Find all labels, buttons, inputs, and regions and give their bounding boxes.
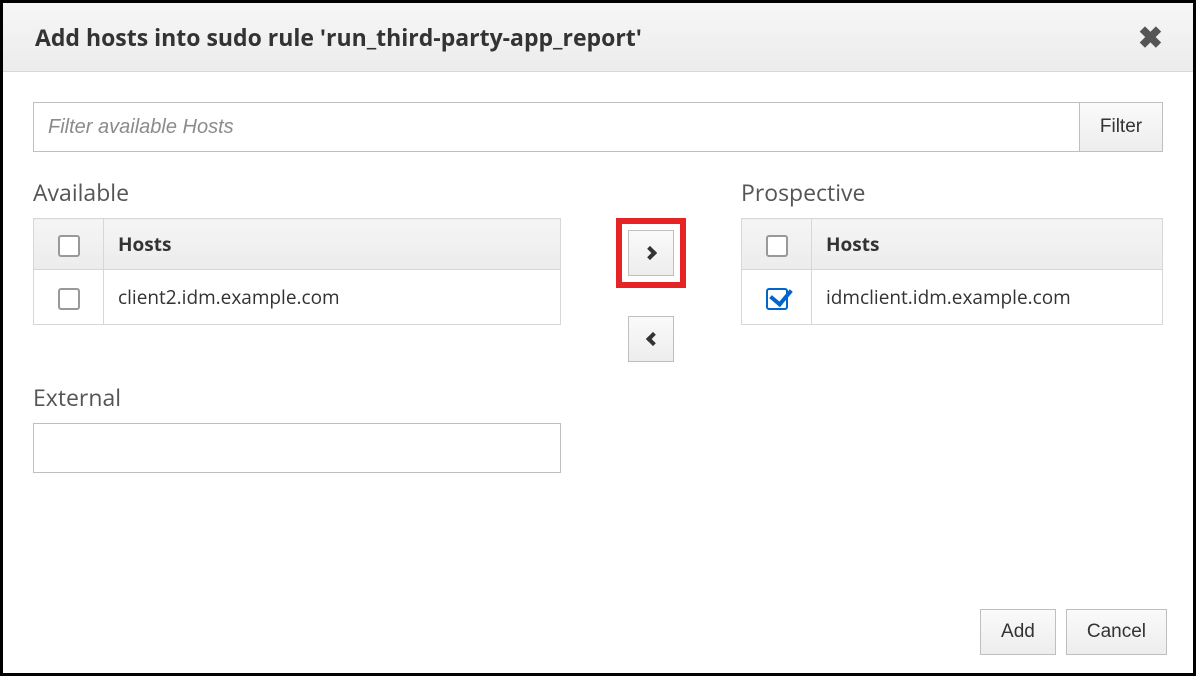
prospective-host-cell: idmclient.idm.example.com bbox=[812, 270, 1163, 325]
prospective-title: Prospective bbox=[741, 176, 1163, 208]
prospective-select-all-checkbox[interactable] bbox=[766, 235, 788, 257]
table-row: idmclient.idm.example.com bbox=[742, 270, 1163, 325]
table-row: client2.idm.example.com bbox=[34, 270, 561, 325]
filter-input[interactable] bbox=[33, 102, 1079, 152]
external-input[interactable] bbox=[33, 423, 561, 473]
available-host-cell: client2.idm.example.com bbox=[104, 270, 561, 325]
available-table: Hosts client2.idm.example.com bbox=[33, 218, 561, 325]
dialog-footer: Add Cancel bbox=[980, 609, 1167, 655]
cancel-button[interactable]: Cancel bbox=[1066, 609, 1167, 655]
external-section: External bbox=[33, 381, 561, 473]
move-left-button[interactable] bbox=[628, 316, 674, 362]
available-hosts-header: Hosts bbox=[104, 219, 561, 270]
add-button[interactable]: Add bbox=[980, 609, 1056, 655]
prospective-table: Hosts idmclient.idm.example.com bbox=[741, 218, 1163, 325]
close-icon[interactable]: ✖ bbox=[1138, 22, 1163, 52]
move-buttons bbox=[561, 176, 741, 362]
chevron-right-icon bbox=[642, 246, 656, 260]
dialog-header: Add hosts into sudo rule 'run_third-part… bbox=[3, 3, 1193, 72]
filter-button[interactable]: Filter bbox=[1079, 102, 1163, 152]
external-title: External bbox=[33, 381, 561, 413]
move-right-highlight bbox=[616, 218, 686, 288]
available-select-all-cell bbox=[34, 219, 104, 270]
available-row-checkbox[interactable] bbox=[58, 288, 80, 310]
columns: Available Hosts bbox=[33, 176, 1163, 473]
move-right-button[interactable] bbox=[628, 230, 674, 276]
prospective-row-checkbox[interactable] bbox=[766, 288, 788, 310]
filter-row: Filter bbox=[33, 102, 1163, 152]
prospective-select-all-cell bbox=[742, 219, 812, 270]
prospective-section: Prospective Hosts bbox=[741, 176, 1163, 325]
available-title: Available bbox=[33, 176, 561, 208]
add-hosts-dialog: Add hosts into sudo rule 'run_third-part… bbox=[0, 0, 1196, 676]
dialog-title: Add hosts into sudo rule 'run_third-part… bbox=[35, 21, 642, 53]
available-select-all-checkbox[interactable] bbox=[58, 235, 80, 257]
chevron-left-icon bbox=[645, 332, 659, 346]
available-section: Available Hosts bbox=[33, 176, 561, 473]
dialog-body: Filter Available Hosts bbox=[3, 72, 1193, 473]
prospective-hosts-header: Hosts bbox=[812, 219, 1163, 270]
